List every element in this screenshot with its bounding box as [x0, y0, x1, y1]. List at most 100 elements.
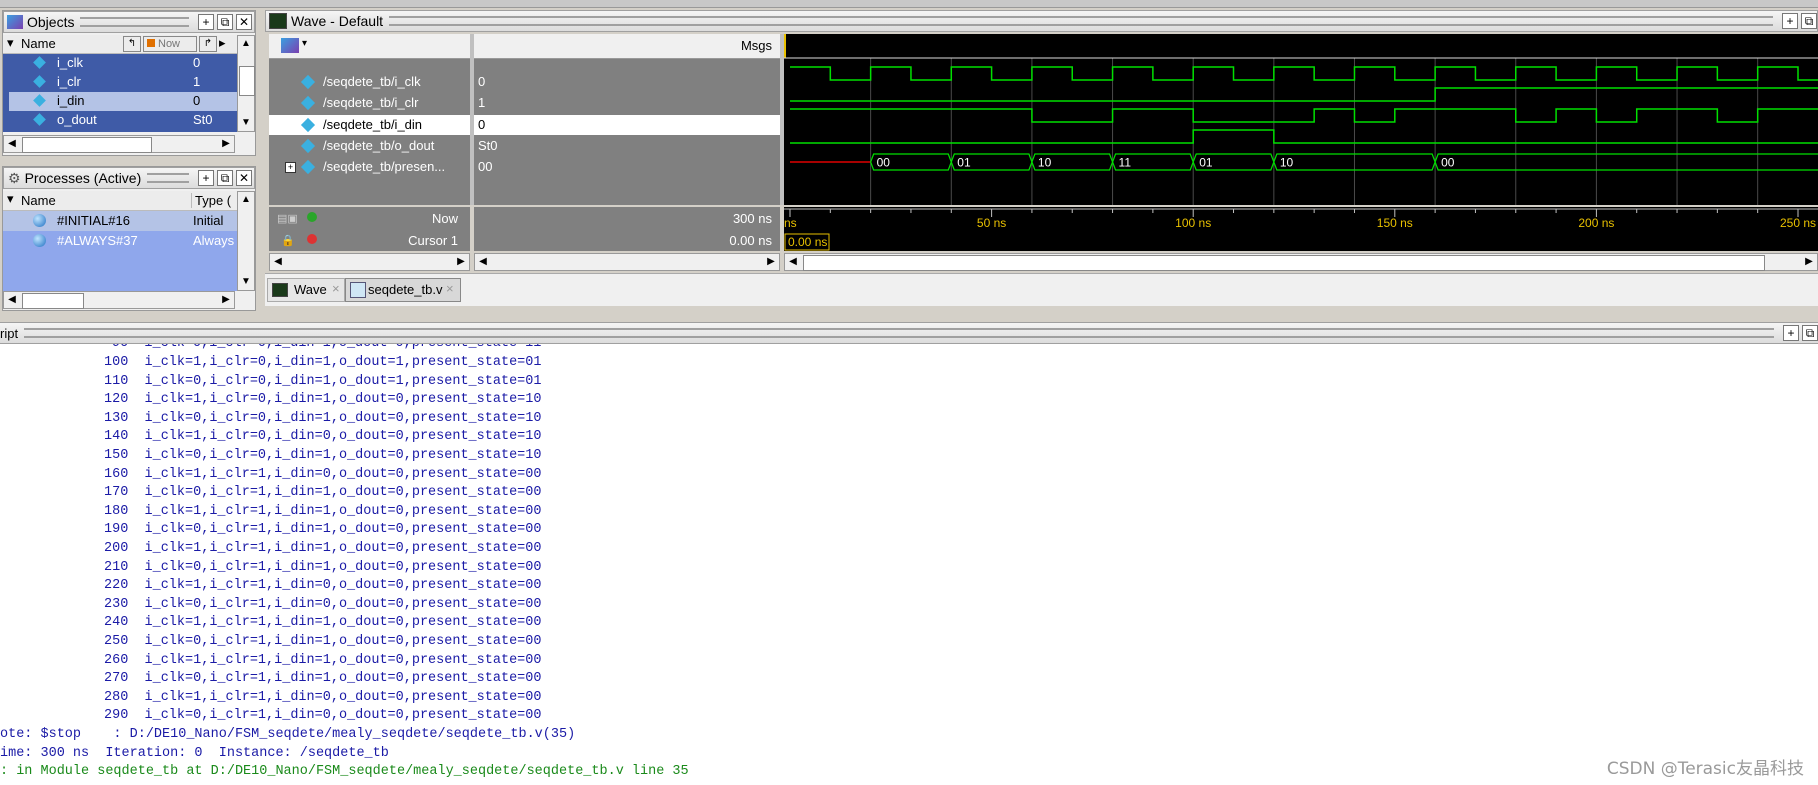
waveform-canvas[interactable]: 00 01 10 11 01 10 00 — [784, 34, 1818, 205]
object-row[interactable]: o_dout St0 — [9, 111, 241, 130]
drag-grip[interactable] — [24, 328, 1774, 338]
msgs-label: Msgs — [740, 38, 772, 53]
transcript-line: 220 i_clk=1,i_clr=1,i_din=0,o_dout=0,pre… — [104, 578, 542, 594]
scroll-left-icon[interactable]: ◀ — [475, 254, 491, 270]
collapse-icon[interactable]: ▾ — [7, 191, 14, 207]
close-icon[interactable]: ✕ — [236, 170, 252, 186]
undock-icon[interactable]: ⧉ — [217, 170, 233, 186]
scroll-right-icon[interactable]: ▶ — [453, 254, 469, 270]
drag-grip[interactable] — [80, 17, 189, 27]
scroll-left-icon[interactable]: ◀ — [270, 254, 286, 270]
scroll-right-icon[interactable]: ▶ — [218, 292, 234, 308]
scroll-down-icon[interactable]: ▼ — [238, 274, 254, 290]
add-icon[interactable]: + — [1782, 13, 1798, 29]
drag-grip[interactable] — [389, 16, 1773, 26]
red-minus-icon[interactable] — [307, 234, 317, 244]
scroll-thumb[interactable] — [22, 293, 84, 309]
transcript-body[interactable]: 90 i_clk=0,i_clr=0,i_din=1,o_dout=0,pres… — [0, 344, 1818, 785]
scroll-down-icon[interactable]: ▼ — [238, 115, 254, 131]
process-row[interactable]: #ALWAYS#37 Always — [3, 231, 237, 251]
wave-window: Wave - Default + ⧉ ▾ /seqdete_tb/i_clk /… — [265, 10, 1818, 314]
object-row-selected[interactable]: i_din 0 — [9, 92, 241, 111]
wave-titlebar[interactable]: Wave - Default + ⧉ — [265, 10, 1818, 32]
scroll-right-icon[interactable]: ▶ — [218, 136, 234, 152]
processes-titlebar[interactable]: ⚙ Processes (Active) + ⧉ ✕ — [3, 167, 255, 189]
add-icon[interactable]: + — [198, 170, 214, 186]
scroll-thumb[interactable] — [803, 255, 1765, 271]
tab-wave[interactable]: Wave × — [267, 278, 345, 302]
wave-format-icon[interactable] — [281, 38, 299, 53]
filter-icon[interactable]: ↰ — [123, 36, 141, 52]
state-bus-value: 01 — [1199, 156, 1213, 170]
transcript-line: 170 i_clk=0,i_clr=1,i_din=1,o_dout=0,pre… — [104, 485, 542, 501]
collapse-icon[interactable]: ▾ — [7, 35, 14, 51]
processes-col-type[interactable]: Type ( — [191, 193, 231, 208]
processes-col-name[interactable]: Name — [21, 193, 56, 208]
object-name: i_clk — [57, 55, 84, 70]
more-icon[interactable]: ▸ — [219, 35, 226, 51]
signal-row[interactable]: + /seqdete_tb/presen... — [269, 157, 470, 177]
signal-row[interactable]: /seqdete_tb/i_clr — [269, 93, 470, 113]
scroll-thumb[interactable] — [22, 137, 152, 153]
objects-titlebar[interactable]: Objects + ⧉ ✕ — [3, 11, 255, 33]
add-icon[interactable]: + — [198, 14, 214, 30]
tab-close-icon[interactable]: × — [446, 281, 454, 296]
signal-row-selected[interactable]: /seqdete_tb/i_din — [269, 115, 470, 135]
now-icons[interactable]: ▤▣ — [277, 212, 298, 225]
scroll-up-icon[interactable]: ▲ — [238, 192, 254, 208]
scroll-left-icon[interactable]: ◀ — [4, 136, 20, 152]
signal-row[interactable]: /seqdete_tb/o_dout — [269, 136, 470, 156]
process-type: Initial — [193, 213, 224, 228]
process-name: #INITIAL#16 — [57, 213, 130, 228]
signal-row[interactable]: /seqdete_tb/i_clk — [269, 72, 470, 92]
tab-seqdete-tb[interactable]: seqdete_tb.v × — [345, 278, 461, 302]
lock-icon[interactable]: 🔒 — [281, 234, 295, 247]
drag-grip[interactable] — [147, 173, 189, 183]
signal-value: 00 — [478, 159, 493, 174]
signal-diamond-icon — [300, 95, 316, 111]
values-hscrollbar[interactable]: ◀ ▶ — [474, 253, 780, 271]
objects-hscrollbar[interactable]: ◀ ▶ — [3, 135, 235, 153]
timeline[interactable]: ns50 ns100 ns150 ns200 ns250 ns3000.00 n… — [784, 207, 1818, 251]
tab-close-icon[interactable]: × — [332, 281, 340, 296]
scroll-right-icon[interactable]: ▶ — [1801, 254, 1817, 270]
scroll-up-icon[interactable]: ▲ — [238, 36, 254, 52]
signal-path: /seqdete_tb/i_clk — [323, 74, 421, 89]
process-row-selected[interactable]: #INITIAL#16 Initial — [3, 211, 237, 231]
undock-icon[interactable]: ⧉ — [1801, 13, 1817, 29]
transcript-line: 140 i_clk=1,i_clr=0,i_din=0,o_dout=0,pre… — [104, 429, 542, 445]
transcript-line: 150 i_clk=0,i_clr=0,i_din=1,o_dout=0,pre… — [104, 448, 542, 463]
scroll-left-icon[interactable]: ◀ — [4, 292, 20, 308]
state-bus-value: 10 — [1280, 156, 1294, 170]
signal-value: 0 — [478, 74, 486, 89]
timeline-label: 50 ns — [977, 216, 1006, 230]
now-button[interactable]: Now — [143, 36, 197, 52]
signal-value-text: 0 — [478, 117, 486, 132]
now-row-values: 300 ns 0.00 ns — [474, 207, 780, 251]
object-name: i_din — [57, 93, 85, 108]
object-row[interactable]: i_clk 0 — [9, 54, 241, 73]
processes-vscrollbar[interactable]: ▲ ▼ — [237, 191, 255, 291]
signal-diamond-icon — [33, 113, 46, 126]
objects-col-name[interactable]: Name — [21, 36, 56, 51]
names-hscrollbar[interactable]: ◀ ▶ — [269, 253, 470, 271]
objects-vscrollbar[interactable]: ▲ ▼ — [237, 35, 255, 132]
transcript-line: 250 i_clk=0,i_clr=1,i_din=1,o_dout=0,pre… — [104, 634, 542, 649]
undock-icon[interactable]: ⧉ — [217, 14, 233, 30]
object-row[interactable]: i_clr 1 — [9, 73, 241, 92]
signal-path: /seqdete_tb/presen... — [323, 159, 446, 174]
wave-hscrollbar[interactable]: ◀ ▶ — [784, 253, 1818, 271]
undock-icon[interactable]: ⧉ — [1802, 325, 1818, 341]
processes-hscrollbar[interactable]: ◀ ▶ — [3, 291, 235, 309]
chevron-down-icon[interactable]: ▾ — [302, 38, 307, 49]
add-icon[interactable]: + — [1783, 325, 1799, 341]
next-icon[interactable]: ↱ — [199, 36, 217, 52]
green-plus-icon[interactable] — [307, 212, 317, 222]
scroll-thumb[interactable] — [239, 66, 255, 96]
expand-icon[interactable]: + — [285, 162, 296, 173]
transcript-titlebar[interactable]: ript + ⧉ — [0, 322, 1818, 344]
scroll-left-icon[interactable]: ◀ — [785, 254, 801, 270]
scroll-right-icon[interactable]: ▶ — [763, 254, 779, 270]
close-icon[interactable]: ✕ — [236, 14, 252, 30]
object-value: 0 — [193, 55, 201, 70]
